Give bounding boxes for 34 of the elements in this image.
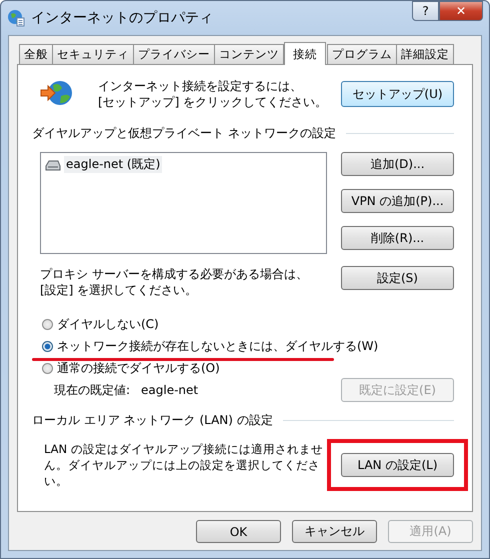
radio-label[interactable]: ダイヤルしない(C): [57, 316, 159, 332]
default-value: eagle-net: [141, 383, 200, 397]
window-title: インターネットのプロパティ: [31, 9, 213, 27]
setup-instruction: インターネット接続を設定するには、 [セットアップ] をクリックしてください。: [98, 78, 328, 110]
action-button[interactable]: 削除(R)...: [341, 226, 454, 250]
lan-settings-button[interactable]: LAN の設定(L): [341, 453, 454, 477]
radio-label[interactable]: ネットワーク接続が存在しないときには、ダイヤルする(W): [57, 338, 378, 354]
tab[interactable]: セキュリティ: [52, 44, 134, 64]
lan-note: LAN の設定はダイヤルアップ接続には適用されません。ダイヤルアップには上の設定を選択してください。: [44, 441, 324, 489]
radio-button[interactable]: [42, 340, 53, 352]
radio-button[interactable]: [42, 318, 53, 330]
close-button[interactable]: ✕: [439, 1, 483, 21]
section-heading: ダイヤルアップと仮想プライベート ネットワークの設定: [32, 125, 336, 142]
dialog-button[interactable]: OK: [196, 520, 281, 543]
settings-button[interactable]: 設定(S): [341, 266, 454, 290]
help-button[interactable]: ?: [412, 1, 439, 21]
globe-icon: [7, 9, 25, 27]
tab[interactable]: コンテンツ: [214, 44, 284, 64]
tab[interactable]: プライバシー: [133, 44, 215, 64]
tab[interactable]: 接続: [284, 42, 326, 65]
default-label: 現在の既定値:: [54, 382, 132, 398]
setup-button[interactable]: セットアップ(U): [341, 81, 454, 107]
modem-icon: [45, 158, 61, 172]
tab[interactable]: 詳細設定: [396, 44, 454, 64]
action-button[interactable]: 追加(D)...: [341, 152, 454, 176]
action-button[interactable]: VPN の追加(P)...: [341, 189, 454, 213]
section-heading: ローカル エリア ネットワーク (LAN) の設定: [32, 412, 273, 429]
radio-button[interactable]: [42, 362, 53, 374]
tab[interactable]: 全般: [19, 44, 53, 64]
radio-label[interactable]: 通常の接続でダイヤルする(O): [57, 360, 220, 376]
tab[interactable]: プログラム: [327, 44, 397, 64]
dialog-button[interactable]: キャンセル: [292, 520, 377, 543]
connection-item[interactable]: eagle-net (既定): [64, 156, 162, 173]
proxy-instruction: プロキシ サーバーを構成する必要がある場合は、 [設定] を選択してください。: [40, 266, 308, 298]
